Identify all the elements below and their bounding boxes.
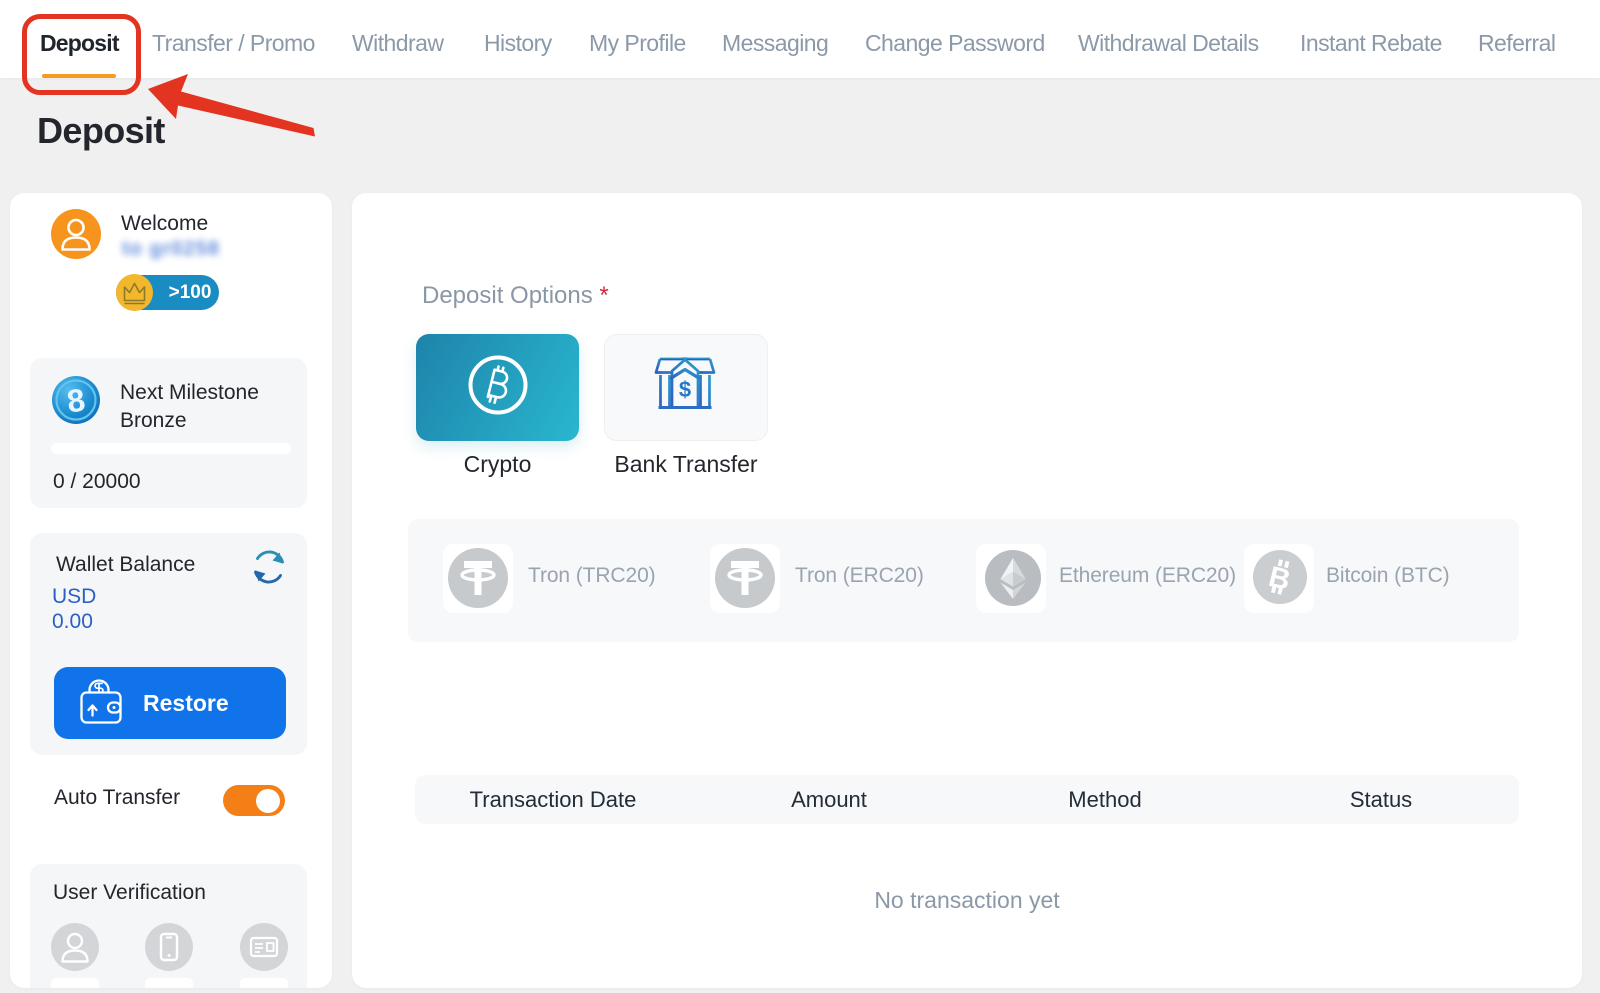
svg-text:$: $ <box>679 377 691 402</box>
